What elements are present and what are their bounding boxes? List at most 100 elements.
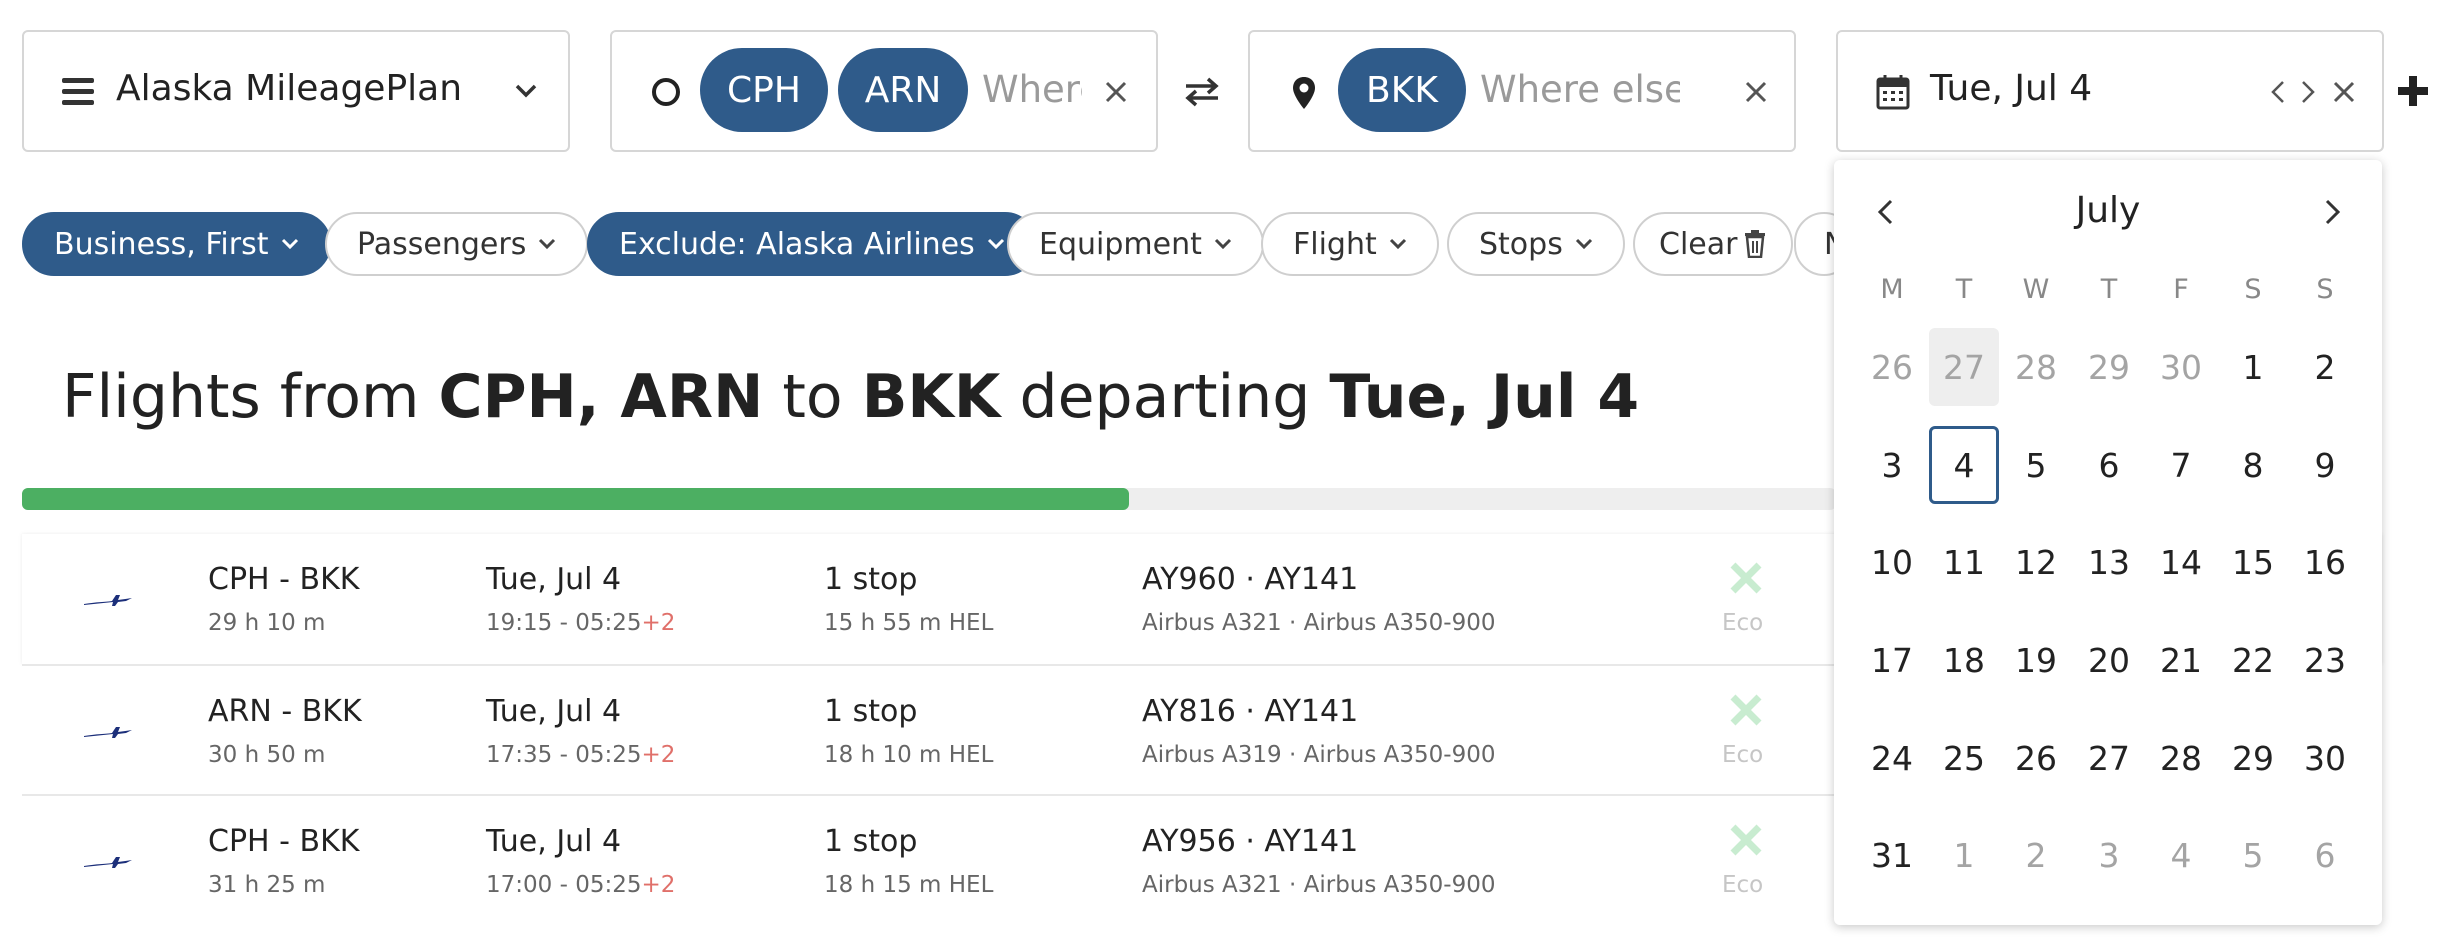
route: CPH - BKK bbox=[208, 562, 360, 597]
destination-chip-bkk[interactable]: BKK bbox=[1338, 48, 1466, 132]
times: 17:35 - 05:25+2 bbox=[486, 742, 675, 768]
next-day-icon[interactable] bbox=[2300, 80, 2316, 104]
calendar-day[interactable]: 17 bbox=[1857, 621, 1927, 699]
calendar-day[interactable]: 3 bbox=[2074, 816, 2144, 894]
calendar-day[interactable]: 29 bbox=[2074, 328, 2144, 406]
filter-passengers[interactable]: Passengers bbox=[325, 212, 589, 276]
flight-numbers: AY816 · AY141 bbox=[1142, 694, 1359, 729]
clear-date-icon[interactable] bbox=[2332, 80, 2356, 104]
chevron-down-icon bbox=[1575, 238, 1592, 250]
layover: 18 h 10 m HEL bbox=[824, 742, 994, 768]
calendar-day[interactable]: 16 bbox=[2290, 523, 2360, 601]
results-heading: Flights from CPH, ARN to BKK departing T… bbox=[62, 362, 1639, 432]
chevron-down-icon bbox=[539, 238, 556, 250]
calendar-day[interactable]: 24 bbox=[1857, 719, 1927, 797]
calendar-day-selected[interactable]: 4 bbox=[1929, 426, 1999, 504]
date-value: Tue, Jul 4 bbox=[1930, 68, 2093, 109]
swap-icon[interactable] bbox=[1184, 76, 1220, 108]
filter-passengers-label: Passengers bbox=[357, 226, 527, 262]
weekday-header: F bbox=[2173, 274, 2189, 305]
depart-date: Tue, Jul 4 bbox=[486, 824, 622, 859]
filter-cabin[interactable]: Business, First bbox=[22, 212, 331, 276]
calendar-day[interactable]: 14 bbox=[2146, 523, 2216, 601]
calendar-day[interactable]: 9 bbox=[2290, 426, 2360, 504]
times: 19:15 - 05:25+2 bbox=[486, 610, 675, 636]
calendar-day[interactable]: 2 bbox=[2290, 328, 2360, 406]
clear-destination-icon[interactable] bbox=[1744, 80, 1768, 104]
calendar-day[interactable]: 20 bbox=[2074, 621, 2144, 699]
calendar-day[interactable]: 28 bbox=[2001, 328, 2071, 406]
time-range: 17:00 - 05:25 bbox=[486, 872, 642, 898]
filter-flight[interactable]: Flight bbox=[1261, 212, 1439, 276]
weekday-header: S bbox=[2244, 274, 2262, 305]
calendar-day[interactable]: 21 bbox=[2146, 621, 2216, 699]
calendar-day[interactable]: 7 bbox=[2146, 426, 2216, 504]
clear-origin-icon[interactable] bbox=[1104, 80, 1128, 104]
calendar-day[interactable]: 11 bbox=[1929, 523, 1999, 601]
aircraft: Airbus A321 · Airbus A350-900 bbox=[1142, 872, 1496, 898]
calendar-day[interactable]: 26 bbox=[1857, 328, 1927, 406]
calendar-day[interactable]: 12 bbox=[2001, 523, 2071, 601]
calendar-day[interactable]: 22 bbox=[2218, 621, 2288, 699]
next-month-icon[interactable] bbox=[2324, 198, 2342, 226]
add-date-icon[interactable] bbox=[2396, 74, 2430, 108]
origin-chip-cph[interactable]: CPH bbox=[700, 48, 828, 132]
calendar-day[interactable]: 29 bbox=[2218, 719, 2288, 797]
calendar-day[interactable]: 30 bbox=[2290, 719, 2360, 797]
calendar-day[interactable]: 1 bbox=[1929, 816, 1999, 894]
heading-mid: to bbox=[763, 362, 862, 432]
calendar-day[interactable]: 27 bbox=[1929, 328, 1999, 406]
calendar-day[interactable]: 19 bbox=[2001, 621, 2071, 699]
calendar-day[interactable]: 6 bbox=[2074, 426, 2144, 504]
flight-numbers: AY956 · AY141 bbox=[1142, 824, 1359, 859]
program-select[interactable]: Alaska MileagePlan bbox=[22, 30, 570, 152]
calendar-day[interactable]: 30 bbox=[2146, 328, 2216, 406]
calendar-day[interactable]: 8 bbox=[2218, 426, 2288, 504]
heading-origins: CPH, ARN bbox=[438, 362, 764, 432]
chevron-down-icon bbox=[987, 238, 1004, 250]
duration: 30 h 50 m bbox=[208, 742, 326, 768]
filter-stops[interactable]: Stops bbox=[1447, 212, 1625, 276]
calendar-day[interactable]: 31 bbox=[1857, 816, 1927, 894]
unavailable-x-icon bbox=[1730, 694, 1762, 726]
weekday-header: W bbox=[2022, 274, 2050, 305]
stops: 1 stop bbox=[824, 694, 918, 729]
heading-prefix: Flights from bbox=[62, 362, 439, 432]
weekday-header: M bbox=[1880, 274, 1904, 305]
calendar-day[interactable]: 15 bbox=[2218, 523, 2288, 601]
filter-equipment[interactable]: Equipment bbox=[1007, 212, 1264, 276]
trash-icon bbox=[1745, 230, 1766, 258]
destination-input[interactable]: Where else? bbox=[1480, 68, 1680, 111]
clear-filters-button[interactable]: Clear bbox=[1633, 212, 1794, 276]
filter-equipment-label: Equipment bbox=[1039, 226, 1202, 262]
clear-filters-label: Clear bbox=[1659, 226, 1738, 262]
prev-day-icon[interactable] bbox=[2270, 80, 2286, 104]
calendar-day[interactable]: 5 bbox=[2218, 816, 2288, 894]
calendar-day[interactable]: 18 bbox=[1929, 621, 1999, 699]
depart-date: Tue, Jul 4 bbox=[486, 562, 622, 597]
origin-input[interactable]: Where e bbox=[982, 68, 1082, 111]
calendar-day[interactable]: 3 bbox=[1857, 426, 1927, 504]
calendar-day[interactable]: 23 bbox=[2290, 621, 2360, 699]
calendar-day[interactable]: 25 bbox=[1929, 719, 1999, 797]
calendar-day[interactable]: 6 bbox=[2290, 816, 2360, 894]
calendar-day[interactable]: 26 bbox=[2001, 719, 2071, 797]
calendar-day[interactable]: 10 bbox=[1857, 523, 1927, 601]
calendar-day[interactable]: 5 bbox=[2001, 426, 2071, 504]
calendar-day[interactable]: 1 bbox=[2218, 328, 2288, 406]
day-offset: +2 bbox=[641, 610, 676, 636]
calendar-day[interactable]: 27 bbox=[2074, 719, 2144, 797]
times: 17:00 - 05:25+2 bbox=[486, 872, 675, 898]
origin-chip-arn[interactable]: ARN bbox=[838, 48, 968, 132]
calendar-day[interactable]: 28 bbox=[2146, 719, 2216, 797]
date-field[interactable]: Tue, Jul 4 bbox=[1836, 30, 2384, 152]
filter-flight-label: Flight bbox=[1293, 226, 1377, 262]
calendar-day[interactable]: 4 bbox=[2146, 816, 2216, 894]
calendar-day[interactable]: 13 bbox=[2074, 523, 2144, 601]
filter-exclude-airline[interactable]: Exclude: Alaska Airlines bbox=[587, 212, 1037, 276]
calendar-day[interactable]: 2 bbox=[2001, 816, 2071, 894]
aircraft: Airbus A319 · Airbus A350-900 bbox=[1142, 742, 1496, 768]
calendar-month: July bbox=[2075, 190, 2141, 231]
depart-date: Tue, Jul 4 bbox=[486, 694, 622, 729]
weekday-header: S bbox=[2316, 274, 2334, 305]
